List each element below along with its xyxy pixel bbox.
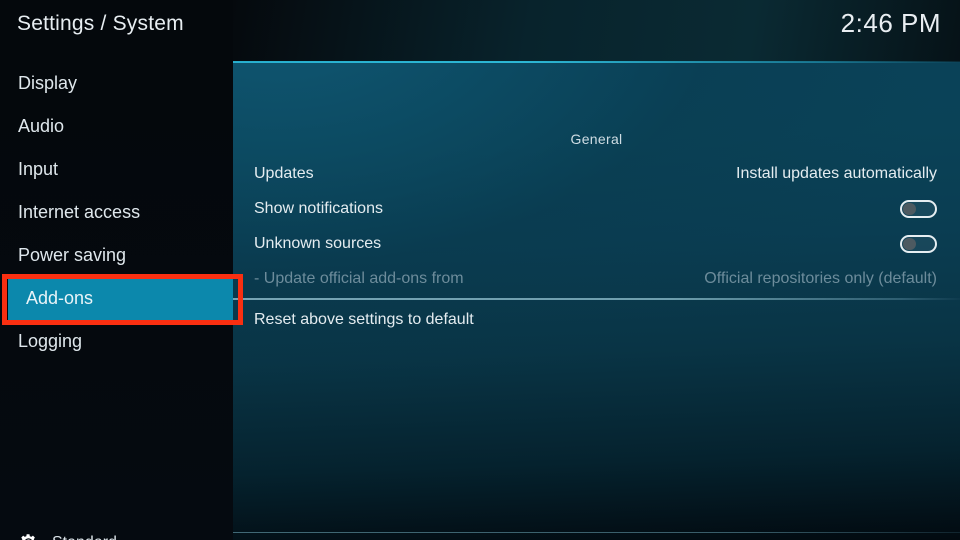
settings-level-selector[interactable]: Standard [18,532,117,540]
sidebar-item-label: Add-ons [26,288,94,308]
setting-row-reset-above-settings[interactable]: Reset above settings to default [233,302,960,337]
row-separator [233,298,960,300]
toggle-knob [903,237,916,250]
setting-label: Reset above settings to default [254,310,474,328]
sidebar-item-power-saving[interactable]: Power saving [0,234,233,277]
setting-label: Updates [254,164,314,182]
sidebar-item-add-ons[interactable]: Add-ons [8,277,233,320]
page-title: Settings / System [17,12,184,35]
setting-label: Unknown sources [254,234,382,252]
gear-icon [21,534,35,540]
setting-row-show-notifications[interactable]: Show notifications [233,191,960,226]
content-top-divider [233,61,960,63]
sidebar-item-label: Display [18,73,78,93]
clock: 2:46 PM [840,8,941,38]
sidebar-item-label: Internet access [18,202,141,222]
sidebar-item-input[interactable]: Input [0,148,233,191]
show-notifications-toggle[interactable] [900,199,937,218]
sidebar-category-list: Display Audio Input Internet access Powe… [0,62,233,363]
setting-value: Install updates automatically [736,164,937,182]
setting-value: Official repositories only (default) [704,269,937,287]
unknown-sources-toggle[interactable] [900,234,937,253]
settings-rows: Updates Install updates automatically Sh… [233,156,960,337]
sidebar: Display Audio Input Internet access Powe… [0,62,233,540]
settings-group-title: General [570,131,623,147]
sidebar-item-display[interactable]: Display [0,62,233,105]
sidebar-item-label: Audio [18,116,65,136]
sidebar-item-internet-access[interactable]: Internet access [0,191,233,234]
footer-divider [233,532,960,533]
sidebar-item-label: Logging [18,331,83,351]
settings-level-label: Standard [52,534,117,540]
top-bar: Settings / System 2:46 PM [0,0,960,62]
setting-label: - Update official add-ons from [254,269,464,287]
sidebar-item-label: Power saving [18,245,127,265]
setting-row-update-official-addons-from: - Update official add-ons from Official … [233,261,960,296]
setting-row-unknown-sources[interactable]: Unknown sources [233,226,960,261]
settings-content-panel: General Updates Install updates automati… [233,62,960,540]
setting-label: Show notifications [254,199,383,217]
setting-row-updates[interactable]: Updates Install updates automatically [233,156,960,191]
toggle-knob [903,202,916,215]
kodi-settings-screen: Settings / System 2:46 PM Display Audio … [0,0,960,540]
sidebar-item-audio[interactable]: Audio [0,105,233,148]
sidebar-item-label: Input [18,159,59,179]
sidebar-item-logging[interactable]: Logging [0,320,233,363]
